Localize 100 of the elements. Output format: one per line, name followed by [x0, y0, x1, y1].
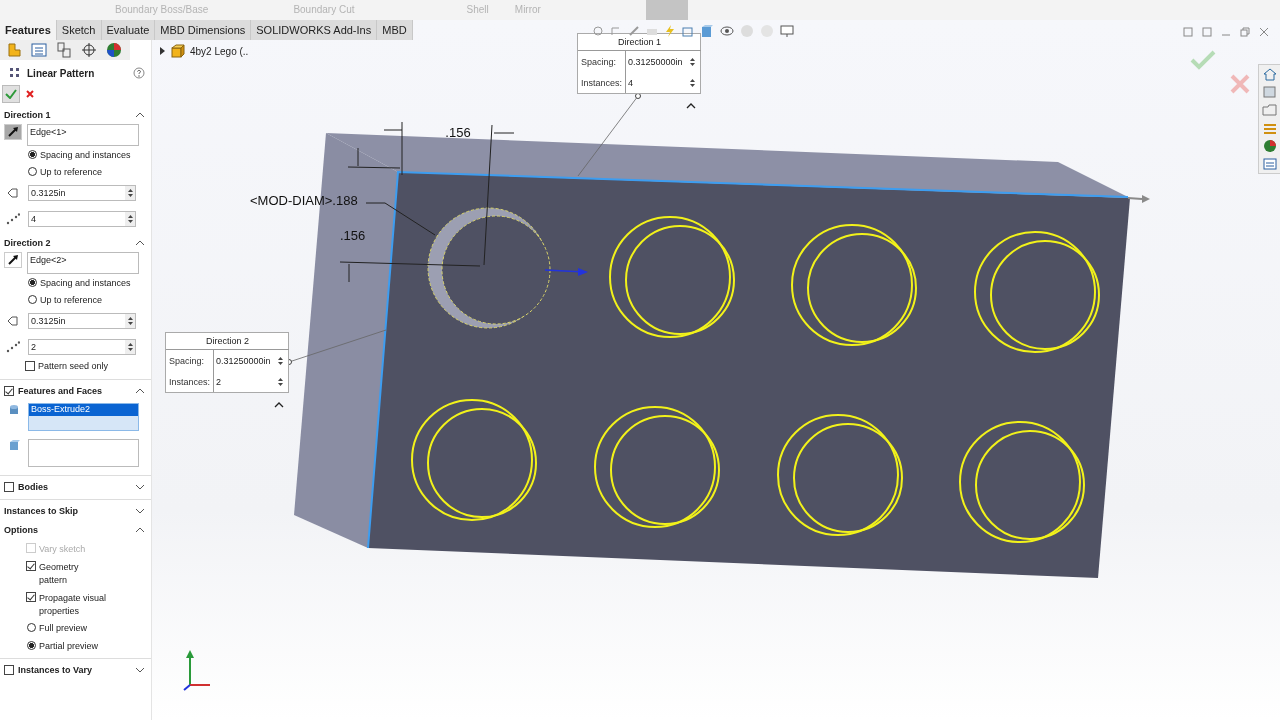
- command-tab[interactable]: MBD Dimensions: [155, 20, 252, 40]
- faces-icon: [8, 439, 20, 451]
- command-tab[interactable]: Sketch: [56, 20, 102, 40]
- folder-icon[interactable]: [1262, 103, 1278, 117]
- window-tile-icon[interactable]: [1202, 27, 1212, 37]
- section-header[interactable]: Direction 1: [4, 110, 131, 120]
- instances-field[interactable]: 2: [213, 371, 288, 392]
- selection-list[interactable]: Boss-Extrude2: [28, 403, 139, 431]
- instances-field[interactable]: 4: [28, 211, 136, 227]
- spinner-arrows-icon[interactable]: [277, 354, 284, 367]
- checkbox[interactable]: [26, 561, 36, 571]
- section-header[interactable]: Bodies: [18, 482, 131, 492]
- radio-button[interactable]: [28, 295, 37, 304]
- expand-icon[interactable]: [160, 47, 166, 55]
- spacing-field[interactable]: 0.31250000in: [213, 350, 288, 371]
- appearance-icon[interactable]: [1262, 139, 1278, 153]
- section-header[interactable]: Features and Faces: [18, 386, 131, 396]
- spinner-arrows-icon[interactable]: [689, 55, 696, 68]
- help-icon[interactable]: [133, 67, 145, 79]
- callout-title: Direction 2: [166, 333, 289, 350]
- command-tab[interactable]: Features: [0, 20, 57, 40]
- collapse-icon[interactable]: [135, 240, 145, 246]
- caret-icon[interactable]: [274, 402, 284, 408]
- linear-pattern-icon: [9, 67, 21, 79]
- section-header[interactable]: Instances to Vary: [18, 665, 131, 675]
- appearance-icon[interactable]: [106, 42, 122, 58]
- tree-item[interactable]: 4by2 Lego (..: [190, 45, 249, 57]
- list-item[interactable]: Boss-Extrude2: [29, 404, 138, 416]
- expand-icon[interactable]: [135, 508, 145, 514]
- section-header[interactable]: Direction 2: [4, 238, 131, 248]
- checkbox-label: Pattern seed only: [38, 361, 109, 371]
- expand-icon[interactable]: [135, 667, 145, 673]
- display-style-icon[interactable]: [700, 24, 714, 38]
- spacing-icon: [6, 187, 20, 199]
- checkbox[interactable]: [4, 482, 14, 492]
- direction-arrow[interactable]: [1127, 195, 1150, 203]
- radio-button[interactable]: [28, 278, 37, 287]
- reverse-direction-button[interactable]: [4, 252, 22, 268]
- direction-arrow: [544, 268, 588, 276]
- confirm-check-icon[interactable]: [1190, 50, 1216, 70]
- spacing-icon: [6, 315, 20, 327]
- spinner-arrows-icon[interactable]: [277, 375, 284, 388]
- crosshair-icon[interactable]: [81, 42, 97, 58]
- field-label: Instances:: [580, 77, 624, 88]
- radio-button[interactable]: [28, 150, 37, 159]
- radio-button[interactable]: [27, 623, 36, 632]
- spinner-arrows-icon[interactable]: [126, 341, 134, 353]
- expand-icon[interactable]: [135, 484, 145, 490]
- section-header[interactable]: Options: [4, 525, 131, 535]
- feature-tree-icon[interactable]: [6, 42, 22, 58]
- instances-field[interactable]: 4: [625, 72, 700, 93]
- checkbox[interactable]: [26, 592, 36, 602]
- selection-box[interactable]: Edge<1>: [27, 124, 139, 146]
- selection-box[interactable]: Edge<2>: [27, 252, 139, 274]
- radio-button[interactable]: [28, 167, 37, 176]
- dimension-text[interactable]: <MOD-DIAM>.188: [250, 193, 358, 208]
- checkbox[interactable]: [4, 665, 14, 675]
- view-orientation-icon[interactable]: [682, 25, 694, 37]
- command-tab[interactable]: SOLIDWORKS Add-Ins: [251, 20, 378, 40]
- zoom-icon[interactable]: [592, 25, 604, 37]
- window-tile-icon[interactable]: [1183, 27, 1193, 37]
- spinner-arrows-icon[interactable]: [689, 76, 696, 89]
- axis-triad-icon: [183, 650, 211, 691]
- caret-icon[interactable]: [686, 103, 696, 109]
- configuration-icon[interactable]: [56, 42, 72, 58]
- field-label: Spacing:: [168, 355, 206, 366]
- radio-label: Spacing and instances: [40, 277, 131, 288]
- dimension-text[interactable]: .156: [445, 125, 471, 140]
- panel-title: Linear Pattern: [27, 67, 96, 79]
- dimension-text[interactable]: .156: [340, 228, 366, 243]
- checkbox[interactable]: [25, 361, 35, 371]
- reverse-direction-button[interactable]: [4, 124, 22, 140]
- eye-icon[interactable]: [720, 25, 734, 37]
- monitor-icon[interactable]: [780, 25, 794, 37]
- instances-icon: [6, 213, 20, 225]
- ok-button[interactable]: [2, 85, 20, 103]
- cancel-button[interactable]: [26, 90, 34, 98]
- features-icon: [8, 403, 20, 415]
- checkbox-label: Propagate visual properties: [39, 592, 108, 618]
- command-tab[interactable]: Evaluate: [101, 20, 156, 40]
- radio-label: Full preview: [39, 622, 87, 633]
- checkbox[interactable]: [4, 386, 14, 396]
- spinner-arrows-icon[interactable]: [126, 187, 134, 199]
- collapse-icon[interactable]: [135, 527, 145, 533]
- collapse-icon[interactable]: [135, 112, 145, 118]
- command-tab[interactable]: MBD: [377, 20, 413, 40]
- spinner-arrows-icon[interactable]: [126, 213, 134, 225]
- spacing-field[interactable]: 0.3125in: [28, 185, 136, 201]
- instances-field[interactable]: 2: [28, 339, 136, 355]
- section-header[interactable]: Instances to Skip: [4, 506, 131, 516]
- spacing-field[interactable]: 0.3125in: [28, 313, 136, 329]
- collapse-icon[interactable]: [135, 388, 145, 394]
- pencil-icon[interactable]: [628, 25, 640, 37]
- radio-button[interactable]: [27, 641, 36, 650]
- radio-label: Partial preview: [39, 640, 99, 651]
- radio-label: Spacing and instances: [40, 149, 131, 160]
- spacing-field[interactable]: 0.31250000in: [625, 51, 700, 72]
- home-icon[interactable]: [1262, 67, 1278, 81]
- close-icon[interactable]: [1259, 27, 1269, 37]
- spinner-arrows-icon[interactable]: [126, 315, 134, 327]
